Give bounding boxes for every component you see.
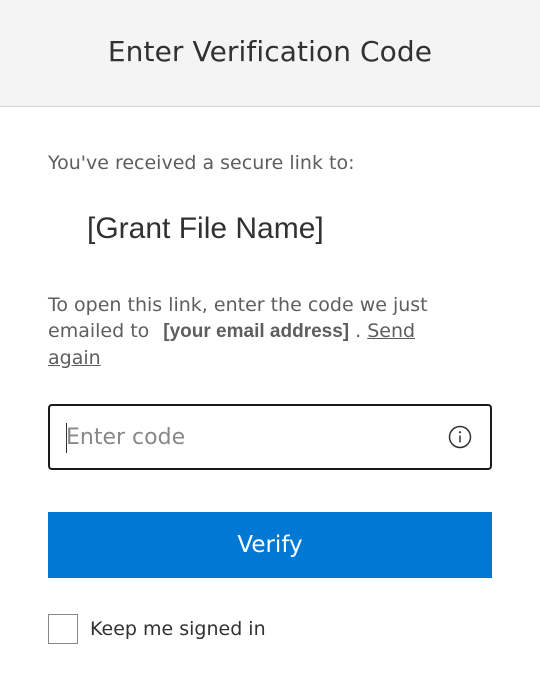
verify-button[interactable]: Verify bbox=[48, 512, 492, 578]
keep-signed-in-label[interactable]: Keep me signed in bbox=[90, 618, 266, 640]
instructions-separator: . bbox=[355, 320, 362, 342]
instructions-text: To open this link, enter the code we jus… bbox=[48, 292, 468, 371]
text-caret bbox=[66, 423, 67, 453]
code-field[interactable] bbox=[48, 404, 492, 470]
code-input[interactable] bbox=[66, 416, 426, 458]
email-address: [your email address] bbox=[163, 321, 350, 342]
verification-dialog: Enter Verification Code You've received … bbox=[0, 0, 540, 692]
info-icon[interactable] bbox=[448, 425, 472, 449]
keep-signed-in-checkbox[interactable] bbox=[48, 614, 78, 644]
file-name: [Grant File Name] bbox=[87, 212, 324, 245]
dialog-title: Enter Verification Code bbox=[107, 34, 433, 68]
intro-text: You've received a secure link to: bbox=[48, 152, 355, 174]
keep-signed-in-row: Keep me signed in bbox=[48, 614, 266, 644]
dialog-header: Enter Verification Code bbox=[0, 0, 540, 107]
